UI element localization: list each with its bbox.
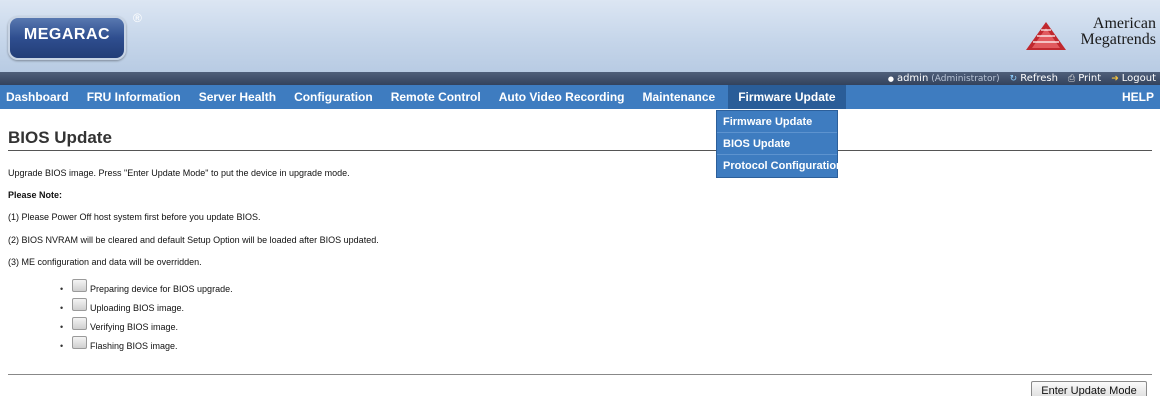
menu-item-protocol-configuration[interactable]: Protocol Configuration bbox=[717, 155, 843, 177]
step-label: Flashing BIOS image. bbox=[90, 340, 178, 351]
nav-remote-control[interactable]: Remote Control bbox=[382, 85, 490, 109]
note-2: (2) BIOS NVRAM will be cleared and defau… bbox=[8, 235, 379, 245]
logo-text: MEGARAC bbox=[23, 26, 111, 43]
step-item: • Verifying BIOS image. bbox=[60, 317, 233, 336]
nav-configuration[interactable]: Configuration bbox=[285, 85, 382, 109]
step-label: Verifying BIOS image. bbox=[90, 321, 179, 332]
note-3: (3) ME configuration and data will be ov… bbox=[8, 257, 202, 267]
note-heading: Please Note: bbox=[8, 190, 63, 200]
user-name: admin bbox=[896, 73, 929, 84]
step-item: • Flashing BIOS image. bbox=[60, 336, 233, 355]
logout-label: Logout bbox=[1121, 73, 1156, 84]
status-box-icon bbox=[72, 336, 87, 349]
bottom-divider bbox=[8, 374, 1152, 375]
user-strip: ● admin (Administrator) ↻ Refresh ⎙ Prin… bbox=[0, 72, 1160, 85]
nav-help[interactable]: HELP bbox=[1113, 85, 1160, 109]
ami-brand-text: American Megatrends bbox=[1072, 16, 1156, 48]
menu-item-bios-update[interactable]: BIOS Update bbox=[717, 133, 837, 155]
refresh-link[interactable]: ↻ Refresh bbox=[1010, 73, 1058, 84]
ami-triangle-icon bbox=[1026, 22, 1066, 50]
status-box-icon bbox=[72, 279, 87, 292]
title-divider bbox=[8, 150, 1152, 151]
bullet-icon: • bbox=[60, 283, 64, 294]
nav-dashboard[interactable]: Dashboard bbox=[0, 85, 78, 109]
menu-item-firmware-update[interactable]: Firmware Update bbox=[717, 111, 837, 133]
status-box-icon bbox=[72, 298, 87, 311]
bullet-icon: • bbox=[60, 321, 64, 332]
refresh-label: Refresh bbox=[1020, 73, 1058, 84]
status-box-icon bbox=[72, 317, 87, 330]
step-item: • Uploading BIOS image. bbox=[60, 298, 233, 317]
nav-fru-information[interactable]: FRU Information bbox=[78, 85, 190, 109]
nav-firmware-update[interactable]: Firmware Update bbox=[728, 85, 846, 109]
update-steps-list: • Preparing device for BIOS upgrade. • U… bbox=[60, 279, 233, 355]
user-indicator: ● admin (Administrator) bbox=[888, 73, 1000, 84]
enter-update-mode-button[interactable]: Enter Update Mode bbox=[1031, 381, 1147, 396]
brand-line-1: American bbox=[1092, 15, 1156, 32]
logout-link[interactable]: ➜ Logout bbox=[1111, 73, 1156, 84]
print-label: Print bbox=[1078, 73, 1102, 84]
refresh-icon: ↻ bbox=[1009, 73, 1018, 84]
header: MEGARAC ® American Megatrends bbox=[0, 0, 1160, 72]
nav-maintenance[interactable]: Maintenance bbox=[634, 85, 725, 109]
user-dot-icon: ● bbox=[887, 74, 894, 83]
main-nav: Dashboard FRU Information Server Health … bbox=[0, 85, 1160, 109]
nav-auto-video-recording[interactable]: Auto Video Recording bbox=[490, 85, 634, 109]
brand-line-2: Megatrends bbox=[1080, 31, 1156, 48]
logout-icon: ➜ bbox=[1111, 73, 1119, 84]
step-label: Preparing device for BIOS upgrade. bbox=[90, 283, 233, 294]
step-item: • Preparing device for BIOS upgrade. bbox=[60, 279, 233, 298]
page-title: BIOS Update bbox=[8, 128, 112, 147]
print-icon: ⎙ bbox=[1067, 73, 1076, 84]
print-link[interactable]: ⎙ Print bbox=[1068, 73, 1101, 84]
user-info: ● admin (Administrator) ↻ Refresh ⎙ Prin… bbox=[888, 72, 1156, 85]
bullet-icon: • bbox=[60, 302, 64, 313]
ami-logo: American Megatrends bbox=[1026, 14, 1156, 60]
megarac-logo: MEGARAC bbox=[8, 16, 126, 60]
note-1: (1) Please Power Off host system first b… bbox=[8, 212, 261, 222]
firmware-update-dropdown: Firmware Update BIOS Update Protocol Con… bbox=[716, 110, 843, 178]
bullet-icon: • bbox=[60, 340, 64, 351]
registered-mark: ® bbox=[133, 11, 142, 25]
user-role: (Administrator) bbox=[931, 73, 1000, 84]
nav-server-health[interactable]: Server Health bbox=[190, 85, 285, 109]
step-label: Uploading BIOS image. bbox=[90, 302, 185, 313]
intro-text: Upgrade BIOS image. Press "Enter Update … bbox=[8, 168, 350, 178]
